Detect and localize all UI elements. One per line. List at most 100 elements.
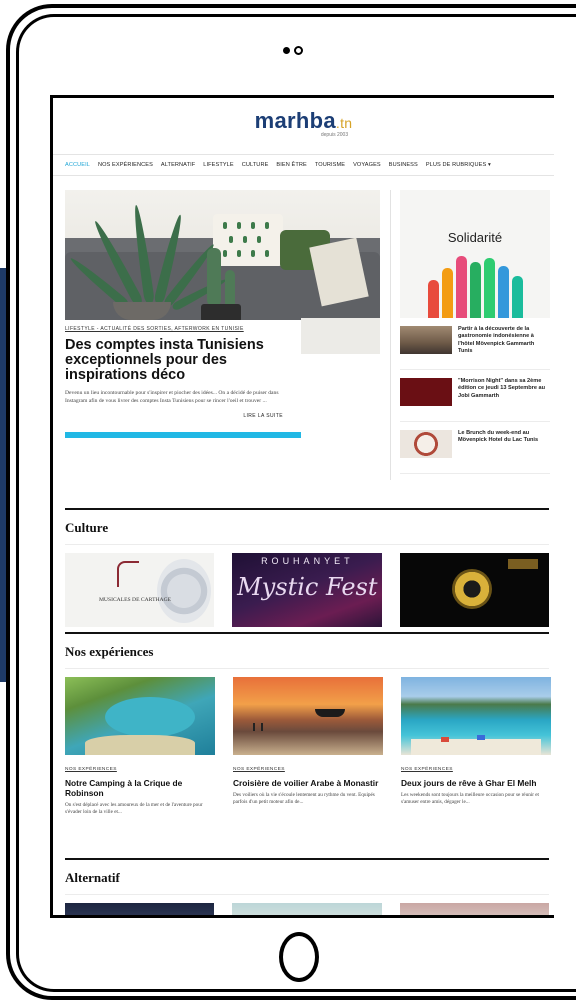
mystic-fest-label: Mystic Fest: [237, 573, 378, 601]
experience-kicker[interactable]: NOS EXPÉRIENCES: [233, 767, 383, 772]
sidebar-thumb: [400, 430, 452, 458]
beach-sand: [85, 735, 195, 755]
plant-pot: [113, 302, 171, 320]
person-shape: [261, 723, 263, 731]
bay-water: [105, 697, 195, 737]
nav-item-business[interactable]: BUSINESS: [389, 162, 418, 168]
experience-image-voilier[interactable]: [233, 677, 383, 755]
calligraphy-graphic: [117, 561, 139, 587]
hand-icon: [456, 256, 467, 318]
experience-image-camping[interactable]: [65, 677, 215, 755]
culture-cards: MUSICALES DE CARTHAGE ROUHANYET Mystic F…: [65, 553, 549, 627]
alternatif-image[interactable]: [232, 903, 382, 915]
experience-cards: NOS EXPÉRIENCES Notre Camping à la Criqu…: [65, 677, 551, 817]
boat-shape: [315, 709, 345, 717]
experience-excerpt: Les weekends sont toujours la meilleure …: [401, 792, 540, 806]
alternatif-image[interactable]: [399, 903, 549, 915]
umbrella-shape: [477, 735, 485, 740]
featured-kicker[interactable]: LIFESTYLE - ACTUALITÉ DES SORTIES, AFTER…: [65, 326, 301, 332]
experience-card[interactable]: NOS EXPÉRIENCES Croisière de voilier Ara…: [233, 677, 383, 817]
musicales-label: MUSICALES DE CARTHAGE: [98, 597, 172, 603]
logo-main: marhba: [254, 108, 336, 133]
sidebar-article[interactable]: Le Brunch du week-end au Mövenpick Hotel…: [400, 422, 550, 474]
section-title-culture[interactable]: Culture: [65, 520, 549, 536]
hand-icon: [442, 268, 453, 318]
section-rule: [65, 632, 549, 634]
culture-card-mystic-fest[interactable]: ROUHANYET Mystic Fest: [232, 553, 382, 627]
nav-item-lifestyle[interactable]: LIFESTYLE: [203, 162, 233, 168]
sidebar-article-title[interactable]: "Morrison Night" dans sa 2ème édition ce…: [458, 378, 550, 421]
alternatif-image[interactable]: [65, 903, 215, 915]
column-divider: [390, 190, 391, 480]
hand-icon: [484, 258, 495, 318]
tablet-screen: marhba.tn depuis 2003 ACCUEIL NOS EXPÉRI…: [50, 95, 554, 918]
section-sub-rule: [65, 668, 549, 669]
main-nav: ACCUEIL NOS EXPÉRIENCES ALTERNATIF LIFES…: [53, 154, 554, 176]
experience-excerpt: On s'est déplacé avec les amoureux de la…: [65, 802, 203, 816]
nav-item-plus-de-rubriques[interactable]: PLUS DE RUBRIQUES ▾: [426, 162, 491, 168]
front-camera: [283, 46, 303, 55]
logo-tld: .tn: [335, 115, 353, 131]
cactus-pillow: [213, 214, 283, 266]
section-title-experiences[interactable]: Nos expériences: [65, 644, 549, 660]
culture-card-oud[interactable]: [399, 553, 549, 627]
gold-emblem-graphic: [451, 569, 492, 609]
section-title-alternatif[interactable]: Alternatif: [65, 870, 549, 886]
experiences-section: Nos expériences NOS EXPÉRIENCES Notre Ca…: [65, 632, 551, 817]
solidarite-banner[interactable]: Solidarité: [400, 190, 550, 318]
alternatif-section: Alternatif: [65, 858, 549, 915]
section-sub-rule: [65, 544, 549, 545]
sidebar-article[interactable]: "Morrison Night" dans sa 2ème édition ce…: [400, 370, 550, 422]
sidebar-thumb: [400, 326, 452, 354]
hand-icon: [498, 266, 509, 318]
hand-icon: [470, 262, 481, 318]
experience-card[interactable]: NOS EXPÉRIENCES Deux jours de rêve à Gha…: [401, 677, 551, 817]
white-panel: [301, 318, 380, 354]
cactus: [207, 248, 221, 306]
nav-item-alternatif[interactable]: ALTERNATIF: [161, 162, 195, 168]
nav-item-culture[interactable]: CULTURE: [242, 162, 269, 168]
section-rule: [65, 508, 549, 510]
sidebar-article-title[interactable]: Partir à la découverte de la gastronomie…: [458, 326, 550, 369]
shell-graphic: [157, 559, 211, 623]
nav-item-nos-experiences[interactable]: NOS EXPÉRIENCES: [98, 162, 153, 168]
experience-title[interactable]: Croisière de voilier Arabe à Monastir: [233, 778, 383, 788]
experience-title[interactable]: Notre Camping à la Crique de Robinson: [65, 778, 215, 798]
sidebar-thumb: [400, 378, 452, 406]
featured-text-box: LIFESTYLE - ACTUALITÉ DES SORTIES, AFTER…: [65, 320, 301, 438]
experience-card[interactable]: NOS EXPÉRIENCES Notre Camping à la Criqu…: [65, 677, 215, 817]
section-sub-rule: [65, 894, 549, 895]
site-header: marhba.tn depuis 2003: [53, 98, 554, 154]
camera-lens: [294, 46, 303, 55]
site-logo[interactable]: marhba.tn: [53, 108, 554, 134]
logo-tagline: depuis 2003: [320, 132, 349, 138]
rouhanyet-label: ROUHANYET: [261, 556, 354, 566]
alternatif-cards: [65, 903, 549, 915]
read-more-link[interactable]: LIRE LA SUITE: [65, 413, 283, 419]
person-shape: [253, 723, 255, 731]
featured-excerpt: Devenu un lieu incontournable pour s'ins…: [65, 390, 279, 404]
sidebar-article-title[interactable]: Le Brunch du week-end au Mövenpick Hotel…: [458, 430, 550, 473]
hand-icon: [512, 276, 523, 318]
sidebar-article[interactable]: Partir à la découverte de la gastronomie…: [400, 318, 550, 370]
experience-title[interactable]: Deux jours de rêve à Ghar El Melh: [401, 778, 551, 788]
featured-progress-bar: [65, 432, 301, 438]
nav-item-accueil[interactable]: ACCUEIL: [65, 162, 90, 168]
home-button[interactable]: [279, 932, 319, 982]
hand-icon: [428, 280, 439, 318]
nav-item-bien-etre[interactable]: BIEN ÊTRE: [276, 162, 306, 168]
featured-article: LIFESTYLE - ACTUALITÉ DES SORTIES, AFTER…: [65, 190, 380, 438]
umbrella-shape: [441, 737, 449, 742]
featured-title[interactable]: Des comptes insta Tunisiens exceptionnel…: [65, 338, 301, 383]
section-rule: [65, 858, 549, 860]
nav-item-voyages[interactable]: VOYAGES: [353, 162, 381, 168]
solidarite-label: Solidarité: [447, 230, 503, 245]
culture-section: Culture MUSICALES DE CARTHAGE ROUHANYET …: [65, 508, 549, 627]
experience-kicker[interactable]: NOS EXPÉRIENCES: [65, 767, 215, 772]
experience-image-ghar-el-melh[interactable]: [401, 677, 551, 755]
nav-item-tourisme[interactable]: TOURISME: [315, 162, 345, 168]
experience-kicker[interactable]: NOS EXPÉRIENCES: [401, 767, 551, 772]
emblem-text-graphic: [507, 559, 538, 569]
sensor-dot: [283, 47, 290, 54]
culture-card-musicales[interactable]: MUSICALES DE CARTHAGE: [65, 553, 215, 627]
